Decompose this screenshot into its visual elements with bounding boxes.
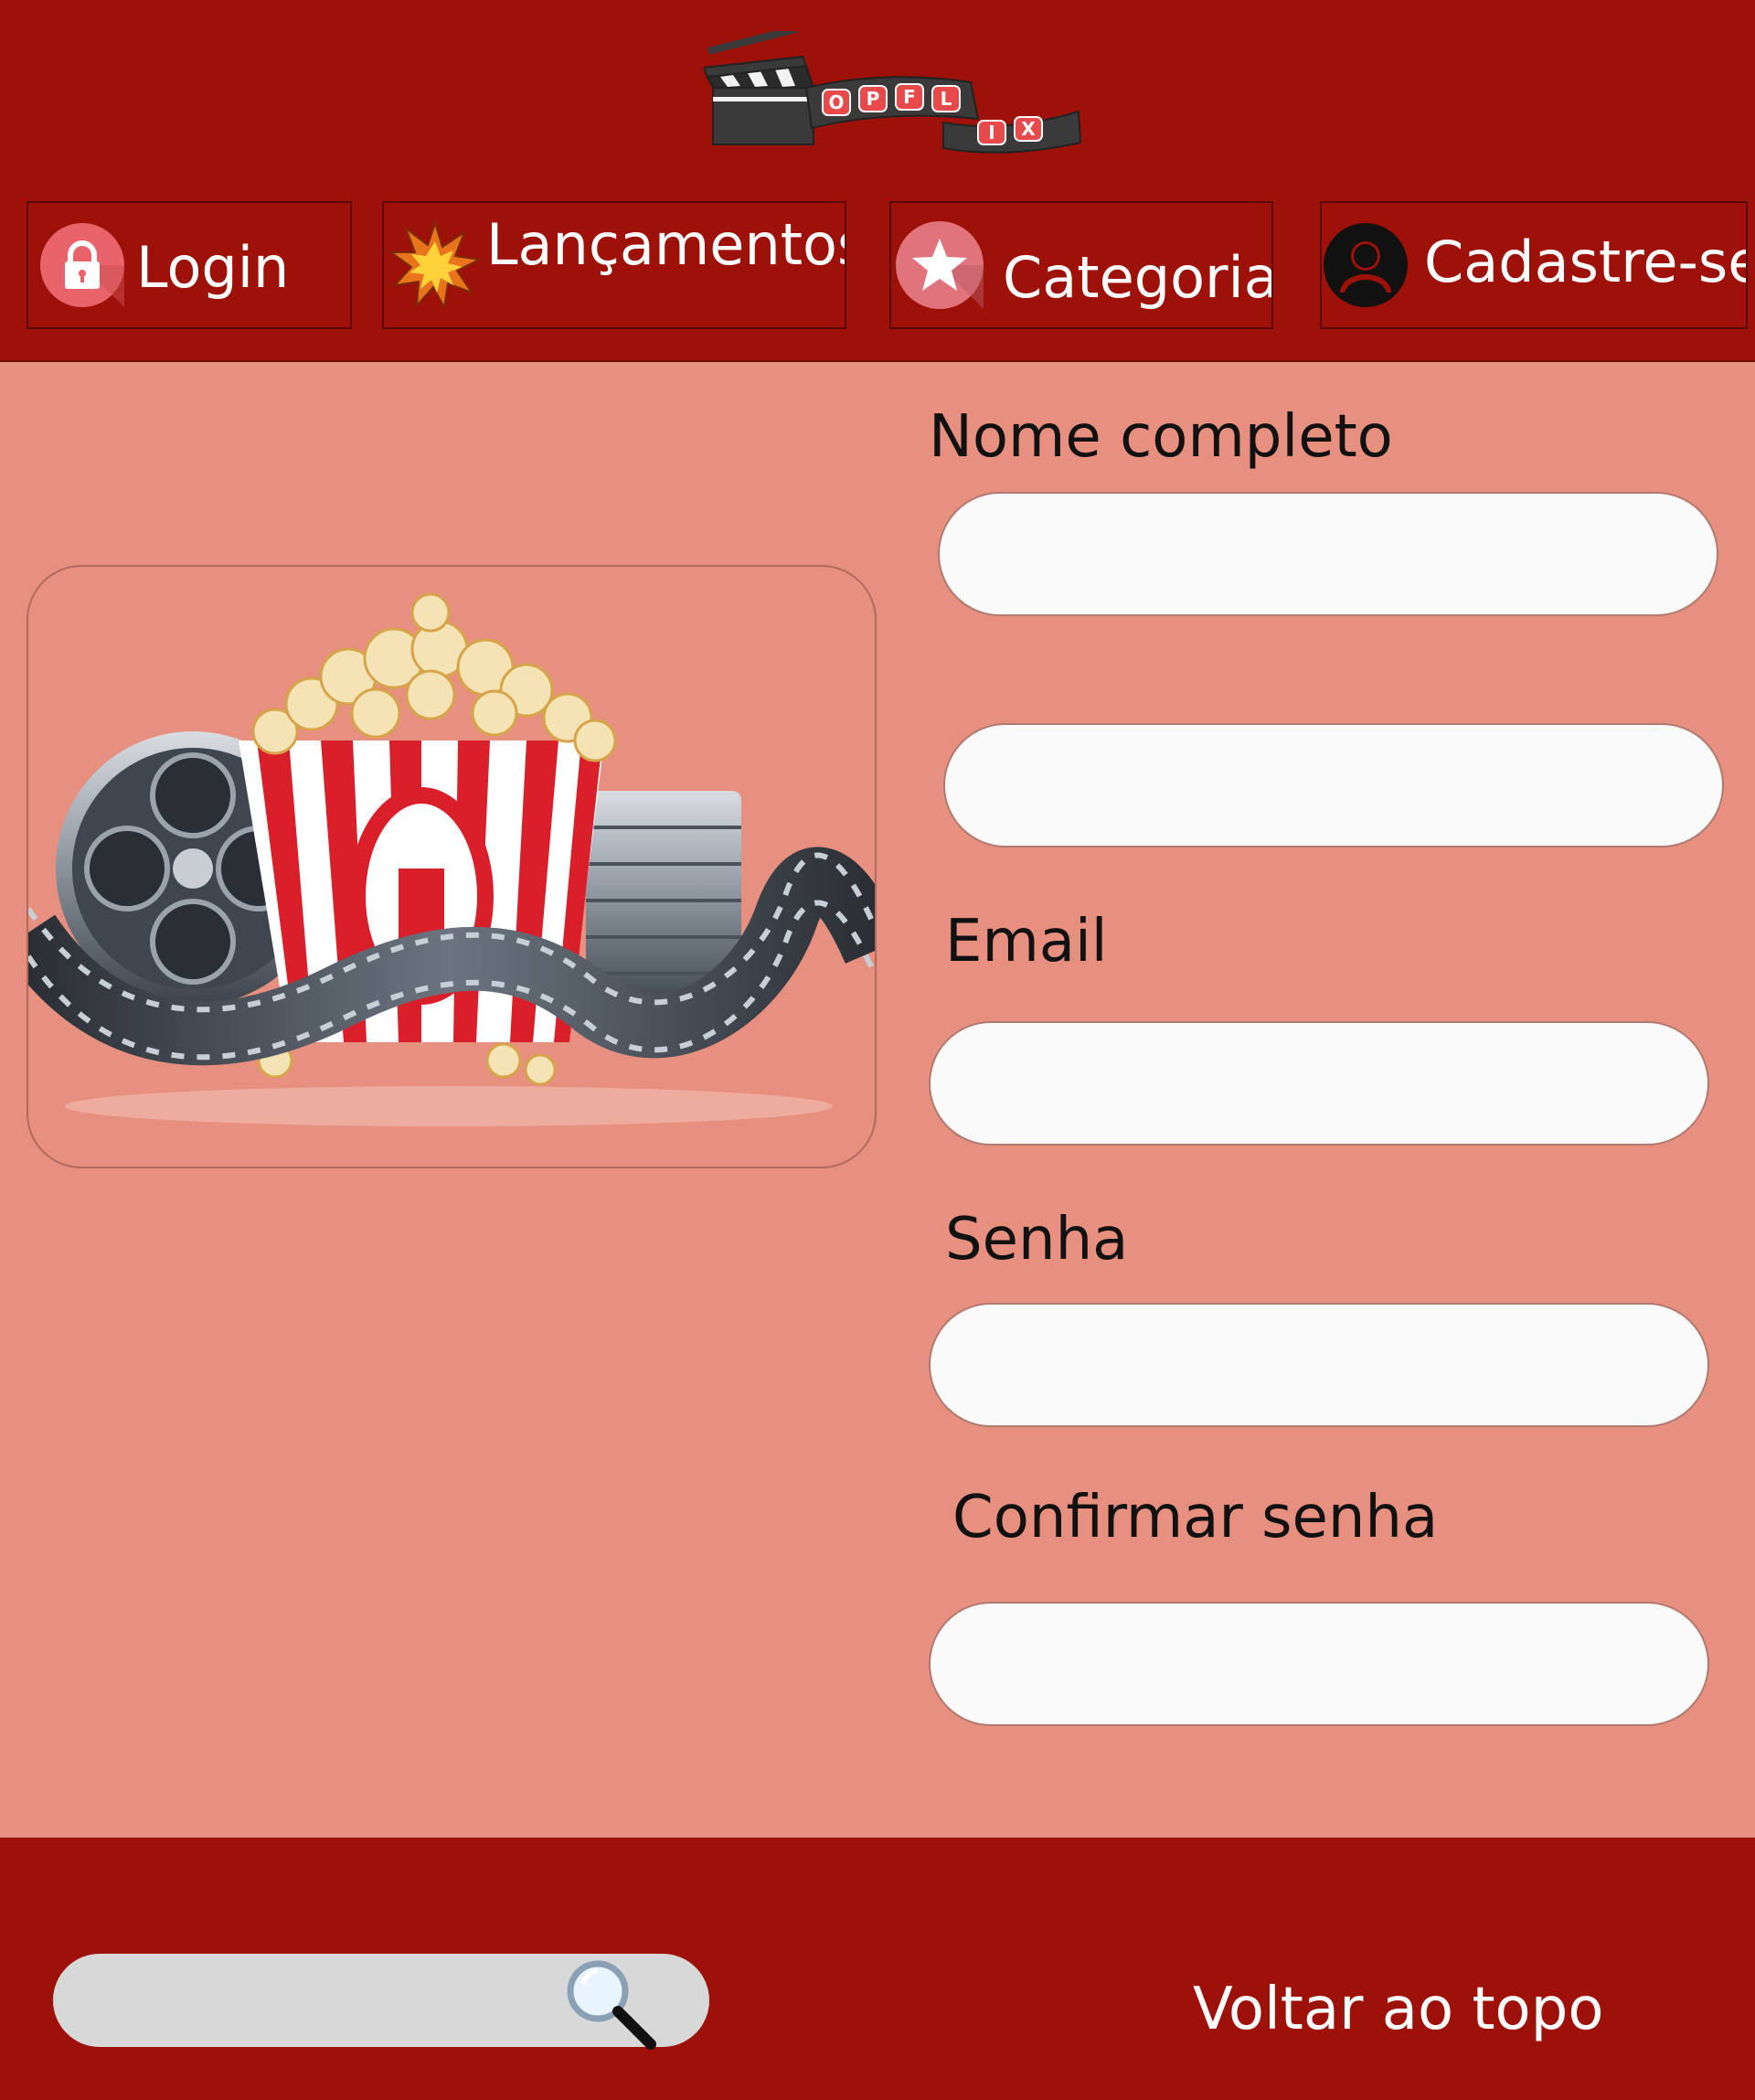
opflix-logo[interactable]: O P F L I X bbox=[704, 31, 1088, 168]
nav-categorias-label: Categorias bbox=[1003, 243, 1271, 311]
nav-lancamentos-button[interactable]: Lançamentos bbox=[382, 201, 846, 329]
nome-input[interactable] bbox=[938, 492, 1718, 616]
explosion-icon bbox=[389, 219, 481, 311]
nav-login-button[interactable]: Login bbox=[27, 201, 352, 329]
svg-text:X: X bbox=[1021, 118, 1036, 140]
email-label: Email bbox=[945, 908, 1108, 975]
magnifier-icon[interactable] bbox=[559, 1953, 660, 2053]
film-strip-top: O P F L bbox=[804, 76, 980, 130]
confirmar-senha-input[interactable] bbox=[929, 1602, 1709, 1726]
nav-cadastre-button[interactable]: Cadastre-se bbox=[1320, 201, 1748, 329]
nav-cadastre-label: Cadastre-se bbox=[1424, 229, 1748, 296]
nome-label: Nome completo bbox=[929, 403, 1393, 471]
search-input[interactable] bbox=[80, 1954, 596, 2049]
svg-text:L: L bbox=[941, 88, 952, 110]
lock-icon bbox=[40, 223, 124, 307]
nav-categorias-button[interactable]: Categorias bbox=[889, 201, 1273, 329]
confirmar-senha-label: Confirmar senha bbox=[952, 1484, 1439, 1551]
hero-image bbox=[27, 565, 877, 1168]
svg-text:F: F bbox=[903, 86, 916, 108]
clapperboard-icon bbox=[704, 31, 815, 145]
svg-text:P: P bbox=[867, 88, 880, 110]
svg-text:I: I bbox=[988, 122, 994, 144]
header: O P F L I X Login Lançamentos Categori C… bbox=[0, 0, 1755, 362]
email-input[interactable] bbox=[929, 1021, 1709, 1146]
user-icon bbox=[1324, 223, 1408, 307]
back-to-top-link[interactable]: Voltar ao topo bbox=[1193, 1980, 1603, 2039]
senha-input[interactable] bbox=[929, 1303, 1709, 1427]
star-icon bbox=[896, 221, 984, 309]
second-input[interactable] bbox=[943, 723, 1724, 847]
page: O P F L I X Login Lançamentos Categori C… bbox=[0, 0, 1755, 2100]
senha-label: Senha bbox=[945, 1206, 1129, 1274]
popcorn-film-illustration bbox=[28, 592, 875, 1126]
nav-login-label: Login bbox=[136, 233, 290, 301]
svg-text:O: O bbox=[828, 91, 844, 113]
nav-lancamentos-label: Lançamentos bbox=[486, 211, 846, 279]
